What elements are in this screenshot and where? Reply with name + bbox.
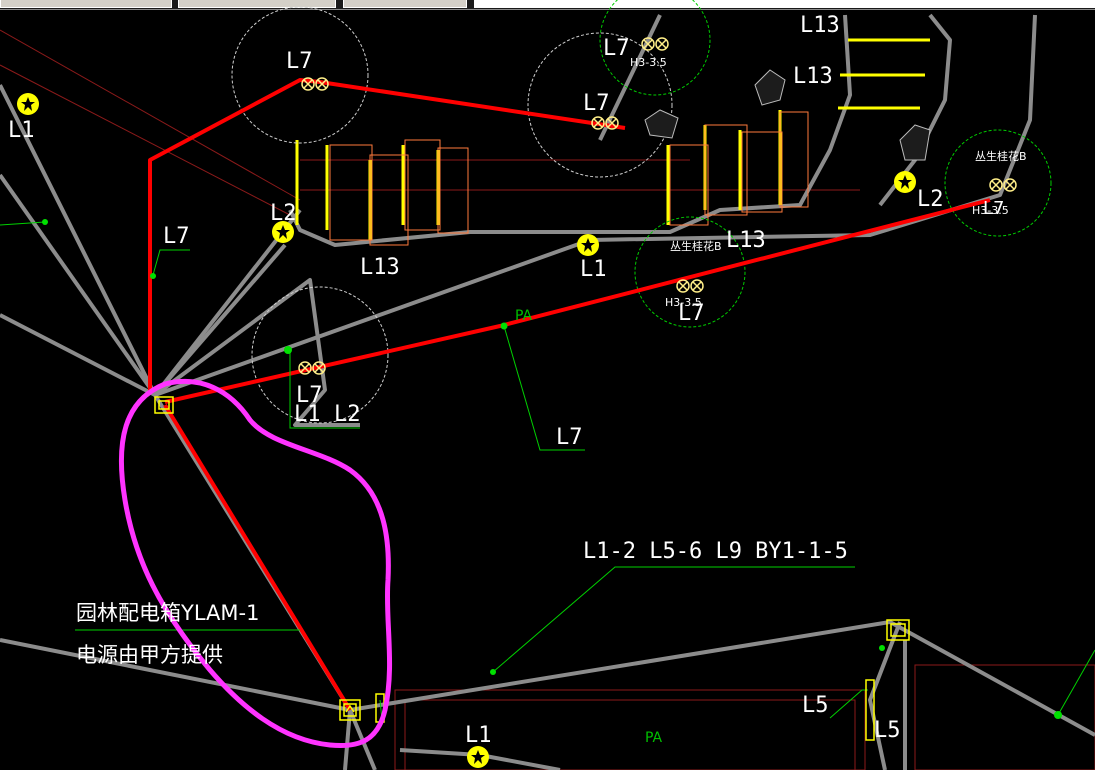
star-light-icon [17,93,39,115]
circuit-label: L13 [800,13,840,38]
height-label: H3-3.5 [630,56,667,69]
circuit-label: L1 [580,257,607,282]
circuit-label: L7 [163,224,190,249]
circuit-label: L13 [793,64,833,89]
circuit-label: L2 [334,402,361,427]
circuit-label: L5 [874,718,901,743]
circuit-label: L2 [270,201,297,226]
circuit-label: L7 [556,425,583,450]
star-light-icon [894,171,916,193]
distribution-box-icons [154,396,910,741]
circuit-label: L7 [286,49,313,74]
drawing-labels: L7 L1 L7 L7 L13 L13 L2 L2 L7 L13 L1 L13 … [8,13,1027,748]
circuit-label: L1 [465,723,492,748]
shrub-name-label: 丛生桂花B [670,239,722,253]
star-light-icon [577,234,599,256]
circuit-lines [148,78,991,712]
circuit-label: L7 [583,91,610,116]
circuit-leader-label: L1-2 L5-6 L9 BY1-1-5 [583,539,848,564]
power-source-note: 电源由甲方提供 [76,643,223,667]
uplight-icons [298,37,1017,375]
circuit-label: L1 [8,118,35,143]
cad-drawing-canvas[interactable]: L7 L1 L7 L7 L13 L13 L2 L2 L7 L13 L1 L13 … [0,0,1095,770]
circuit-label: L5 [802,693,829,718]
star-light-icon [467,746,489,768]
uplight-pair-icon [676,279,704,293]
circuit-label: L13 [360,255,400,280]
height-label: H3-3.5 [665,296,702,309]
circuit-label: L13 [726,228,766,253]
circuit-label: L1 [294,402,321,427]
circuit-label: L2 [917,187,944,212]
circuit-label: L7 [983,198,1004,219]
stone-shapes [644,69,931,161]
circuit-label: L7 [603,36,630,61]
distribution-box-name: 园林配电箱YLAM-1 [76,601,259,625]
pa-label: PA [515,308,533,324]
pa-label: PA [645,730,663,746]
shrub-name-label: 丛生桂花B [975,149,1027,163]
